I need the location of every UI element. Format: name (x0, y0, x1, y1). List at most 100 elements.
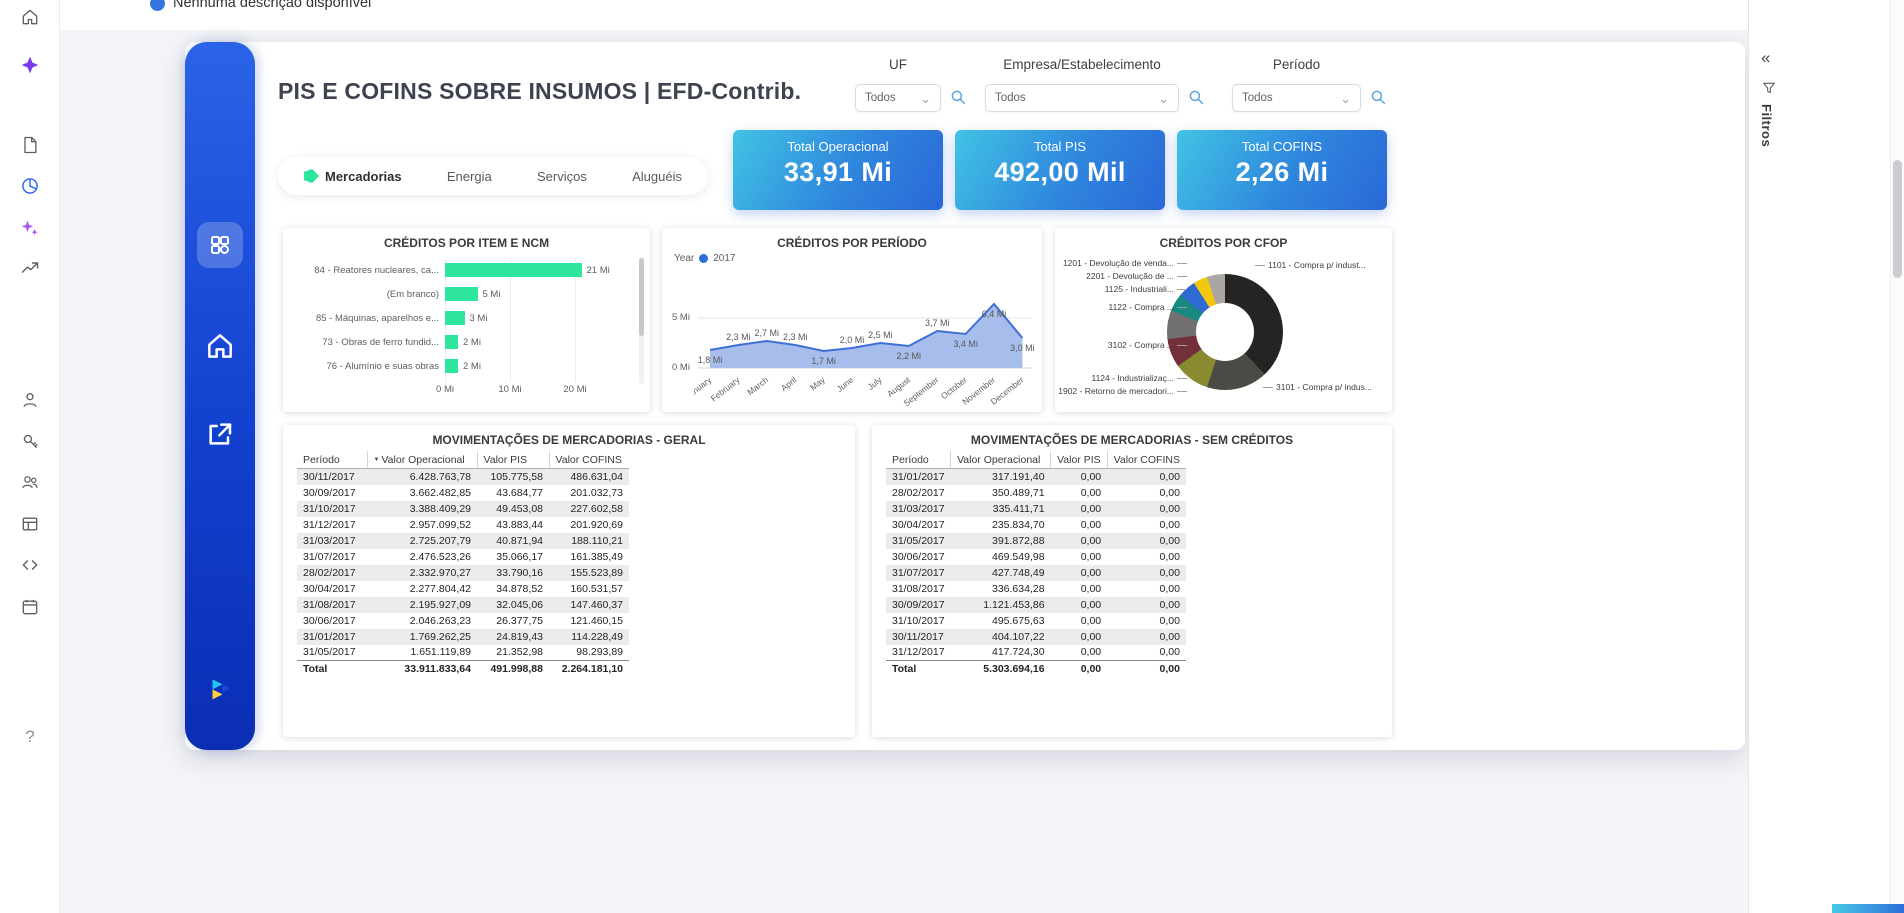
area-chart[interactable]: 1,8 MiJanuary2,3 MiFebruary2,7 MiMarch2,… (694, 276, 1039, 410)
cell-periodo: 31/01/2017 (297, 629, 367, 645)
ncm-bar[interactable] (445, 287, 478, 301)
scrollbar-thumb[interactable] (1893, 160, 1902, 278)
cell-periodo: 31/08/2017 (886, 581, 951, 597)
filter-label-empresa: Empresa/Estabelecimento (985, 57, 1179, 72)
column-header-valor-cofins[interactable]: Valor COFINS (549, 451, 629, 469)
cfop-callout-label: 3101 - Compra p/ indus... (1263, 382, 1372, 392)
ncm-bar-row: (Em branco)5 Mi (293, 282, 628, 306)
chart-title: CRÉDITOS POR ITEM E NCM (283, 228, 650, 250)
tab-alugueis[interactable]: Aluguéis (632, 169, 682, 184)
layout-grid-icon[interactable] (14, 508, 46, 540)
cell-value: 2.957.099,52 (367, 517, 477, 533)
cell-value: 0,00 (1051, 517, 1108, 533)
cell-periodo: 30/04/2017 (297, 581, 367, 597)
table-title: MOVIMENTAÇÕES DE MERCADORIAS - GERAL (283, 425, 855, 447)
ncm-bar[interactable] (445, 263, 582, 277)
ncm-category-label: 84 - Reatores nucleares, ca... (293, 265, 439, 276)
cell-value: 26.377,75 (477, 613, 549, 629)
table-row: 31/07/20172.476.523,2635.066,17161.385,4… (297, 549, 629, 565)
movimentacoes-geral-table: Período▼Valor OperacionalValor PISValor … (297, 451, 629, 677)
cell-value: 0,00 (1107, 629, 1186, 645)
column-header-valor-pis[interactable]: Valor PIS (1051, 451, 1108, 469)
cell-value: 201.032,73 (549, 485, 629, 501)
table-row: 30/11/2017404.107,220,000,00 (886, 629, 1186, 645)
nav-share-button[interactable] (202, 416, 238, 452)
pie-chart-icon[interactable] (14, 170, 46, 202)
data-label: 1,8 Mi (698, 355, 723, 365)
uf-dropdown-value: Todos (865, 92, 896, 104)
column-header-valor-operacional[interactable]: ▼Valor Operacional (367, 451, 477, 469)
cfop-callout-label: 1124 - Industrializaç... (1057, 373, 1187, 383)
cell-value: 2.046.263,23 (367, 613, 477, 629)
tab-energia[interactable]: Energia (447, 169, 492, 184)
table-row: 30/11/20176.428.763,78105.775,58486.631,… (297, 469, 629, 485)
user-icon[interactable] (14, 384, 46, 416)
ncm-bar[interactable] (445, 311, 465, 325)
chart-title: CRÉDITOS POR CFOP (1055, 228, 1392, 250)
trending-up-icon[interactable] (14, 252, 46, 284)
cell-value: 336.634,28 (951, 581, 1051, 597)
tab-servicos[interactable]: Serviços (537, 169, 587, 184)
column-header-valor-cofins[interactable]: Valor COFINS (1107, 451, 1186, 469)
column-header-período[interactable]: Período (886, 451, 951, 469)
column-header-valor-pis[interactable]: Valor PIS (477, 451, 549, 469)
kpi-total-operacional: Total Operacional 33,91 Mi (733, 130, 943, 210)
chart-legend: Year 2017 (674, 253, 735, 264)
calendar-icon[interactable] (14, 591, 46, 623)
cell-periodo: 31/01/2017 (886, 469, 951, 485)
apps-grid-button[interactable] (197, 222, 243, 268)
tab-mercadorias[interactable]: Mercadorias (304, 169, 402, 184)
table-row: 31/12/2017417.724,300,000,00 (886, 645, 1186, 661)
chevron-down-icon: ⌄ (1158, 92, 1169, 105)
legend-value[interactable]: 2017 (713, 253, 735, 264)
cell-periodo: 31/08/2017 (297, 597, 367, 613)
kpi-value: 33,91 Mi (733, 157, 943, 188)
uf-dropdown[interactable]: Todos ⌄ (855, 84, 941, 112)
cell-value: 121.460,15 (549, 613, 629, 629)
chart-cfop-card: CRÉDITOS POR CFOP 1101 - Compra p/ indus… (1055, 228, 1392, 412)
ncm-bar[interactable] (445, 359, 458, 373)
cell-value: 1.121.453,86 (951, 597, 1051, 613)
column-header-período[interactable]: Período (297, 451, 367, 469)
code-icon[interactable] (14, 549, 46, 581)
help-icon[interactable]: ? (14, 721, 46, 753)
expand-filters-button[interactable]: « (1761, 48, 1770, 68)
column-header-valor-operacional[interactable]: Valor Operacional (951, 451, 1051, 469)
nav-home-button[interactable] (202, 328, 238, 364)
cell-value: 0,00 (1051, 629, 1108, 645)
tab-label: Serviços (537, 169, 587, 184)
cell-value: 0,00 (1107, 581, 1186, 597)
sparkles-icon[interactable] (14, 212, 46, 244)
cell-value: 0,00 (1051, 485, 1108, 501)
ncm-value-label: 2 Mi (463, 361, 481, 372)
uf-search-icon[interactable] (948, 88, 968, 108)
cell-value: 2.476.523,26 (367, 549, 477, 565)
home-icon[interactable] (14, 1, 46, 33)
ncm-category-label: 73 - Obras de ferro fundid... (293, 337, 439, 348)
filters-pane: « Filtros (1748, 0, 1890, 913)
empresa-search-icon[interactable] (1186, 88, 1206, 108)
table-row: 30/06/20172.046.263,2326.377,75121.460,1… (297, 613, 629, 629)
key-icon[interactable] (14, 425, 46, 457)
periodo-dropdown[interactable]: Todos ⌄ (1232, 84, 1361, 112)
cell-value: 24.819,43 (477, 629, 549, 645)
empresa-dropdown[interactable]: Todos ⌄ (985, 84, 1179, 112)
people-icon[interactable] (14, 466, 46, 498)
vertical-scrollbar[interactable] (1890, 0, 1904, 913)
cfop-callout-label: 1101 - Compra p/ indust... (1255, 260, 1366, 270)
periodo-search-icon[interactable] (1368, 88, 1388, 108)
ncm-bar[interactable] (445, 335, 458, 349)
cell-value: 0,00 (1107, 645, 1186, 661)
app-logo-icon[interactable] (14, 49, 46, 81)
scrollbar-thumb[interactable] (639, 258, 644, 336)
cell-value: 114.228,49 (549, 629, 629, 645)
document-icon[interactable] (14, 129, 46, 161)
cell-value: 486.631,04 (549, 469, 629, 485)
chart-scrollbar[interactable] (639, 258, 644, 384)
y-tick: 0 Mi (672, 362, 690, 373)
cell-value: 105.775,58 (477, 469, 549, 485)
cfop-callout-label: 1125 - Industriali... (1057, 284, 1187, 294)
table-title: MOVIMENTAÇÕES DE MERCADORIAS - SEM CRÉDI… (872, 425, 1392, 447)
table-sem-creditos-card: MOVIMENTAÇÕES DE MERCADORIAS - SEM CRÉDI… (872, 425, 1392, 737)
cell-value: 0,00 (1107, 533, 1186, 549)
